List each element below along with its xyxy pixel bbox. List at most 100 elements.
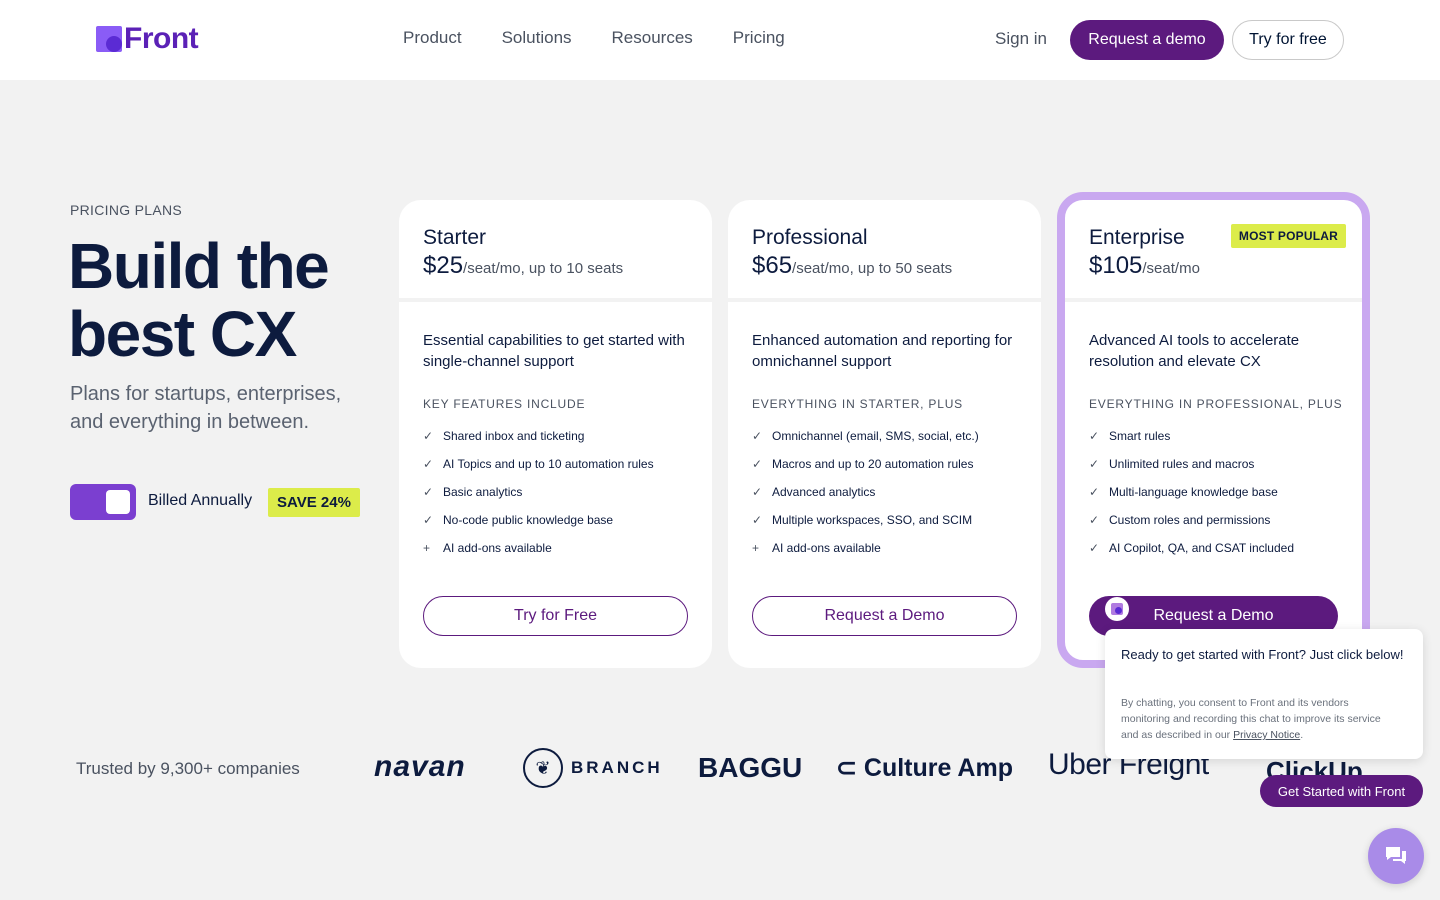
- features-heading: EVERYTHING IN PROFESSIONAL, PLUS: [1089, 397, 1343, 411]
- feature-text: Basic analytics: [443, 485, 523, 499]
- feature-item: ✓ Unlimited rules and macros: [1089, 450, 1294, 478]
- price-amount: $105: [1089, 252, 1143, 279]
- chat-message: Ready to get started with Front? Just cl…: [1121, 647, 1404, 662]
- request-demo-button-professional[interactable]: Request a Demo: [752, 596, 1017, 636]
- check-icon: ✓: [423, 457, 434, 471]
- feature-item: ✓ Multi-language knowledge base: [1089, 478, 1294, 506]
- check-icon: ✓: [1089, 485, 1100, 499]
- plan-header: Starter $25/seat/mo, up to 10 seats: [399, 200, 712, 302]
- price-suffix: /seat/mo, up to 10 seats: [463, 260, 624, 277]
- plan-name: Starter: [423, 226, 487, 249]
- front-logo[interactable]: Front: [96, 22, 199, 55]
- billing-toggle[interactable]: [70, 484, 136, 520]
- plan-name: Professional: [752, 226, 868, 249]
- check-icon: ✓: [423, 429, 434, 443]
- page-title: Build the best CX: [68, 230, 330, 370]
- check-icon: ✓: [752, 485, 763, 499]
- sign-in-link[interactable]: Sign in: [995, 29, 1047, 49]
- logo-text: Front: [124, 22, 199, 55]
- feature-text: AI add-ons available: [772, 541, 881, 555]
- feature-item: ✓ AI Topics and up to 10 automation rules: [423, 450, 654, 478]
- feature-text: Multiple workspaces, SSO, and SCIM: [772, 513, 973, 527]
- check-icon: ✓: [1089, 541, 1100, 555]
- nav-link-resources[interactable]: Resources: [612, 28, 693, 48]
- plan-price: $65/seat/mo, up to 50 seats: [752, 252, 952, 280]
- nav-links: Product Solutions Resources Pricing: [403, 28, 785, 48]
- feature-text: Unlimited rules and macros: [1109, 457, 1255, 471]
- top-nav: Front Product Solutions Resources Pricin…: [0, 0, 1440, 80]
- try-free-button[interactable]: Try for free: [1232, 20, 1344, 60]
- branch-logo-text: BRANCH: [571, 758, 663, 777]
- feature-item: ✓ Smart rules: [1089, 422, 1294, 450]
- eyebrow-label: PRICING PLANS: [70, 202, 183, 218]
- request-demo-button[interactable]: Request a demo: [1070, 20, 1224, 60]
- check-icon: ✓: [423, 485, 434, 499]
- feature-list: ✓ Shared inbox and ticketing ✓ AI Topics a…: [423, 422, 654, 562]
- plan-description: Enhanced automation and reporting for om…: [752, 332, 1013, 370]
- navan-logo: navan: [374, 750, 466, 783]
- check-icon: ✓: [423, 513, 434, 527]
- feature-text: Omnichannel (email, SMS, social, etc.): [772, 429, 979, 443]
- page-subtitle: Plans for startups, enterprises, and eve…: [70, 383, 342, 433]
- plan-card-starter: Starter $25/seat/mo, up to 10 seats Esse…: [399, 200, 712, 668]
- feature-text: Custom roles and permissions: [1109, 513, 1271, 527]
- feature-item: ✓ Shared inbox and ticketing: [423, 422, 654, 450]
- feature-item: + AI add-ons available: [752, 534, 979, 562]
- branch-leaf-icon: ❦: [523, 748, 563, 788]
- plan-header: Enterprise $105/seat/mo MOST POPULAR: [1065, 200, 1362, 302]
- chat-bubbles-icon: [1386, 847, 1406, 864]
- feature-item: + AI add-ons available: [423, 534, 654, 562]
- try-for-free-button[interactable]: Try for Free: [423, 596, 688, 636]
- check-icon: ✓: [752, 513, 763, 527]
- feature-item: ✓ Advanced analytics: [752, 478, 979, 506]
- check-icon: ✓: [1089, 457, 1100, 471]
- feature-text: No-code public knowledge base: [443, 513, 614, 527]
- culture-amp-logo: ⊂ Culture Amp: [836, 753, 1013, 783]
- plan-name: Enterprise: [1089, 226, 1185, 249]
- feature-item: ✓ Custom roles and permissions: [1089, 506, 1294, 534]
- plan-price: $25/seat/mo, up to 10 seats: [423, 252, 623, 280]
- feature-text: AI Topics and up to 10 automation rules: [443, 457, 654, 471]
- plan-card-professional: Professional $65/seat/mo, up to 50 seats…: [728, 200, 1041, 668]
- baggu-logo: BAGGU: [698, 752, 803, 783]
- chat-avatar-icon: [1105, 597, 1129, 621]
- feature-list: ✓ Smart rules ✓ Unlimited rules and macros…: [1089, 422, 1294, 562]
- plan-description: Advanced AI tools to accelerate resoluti…: [1089, 332, 1300, 370]
- feature-list: ✓ Omnichannel (email, SMS, social, etc.) …: [752, 422, 979, 562]
- feature-item: ✓ Multiple workspaces, SSO, and SCIM: [752, 506, 979, 534]
- feature-text: Macros and up to 20 automation rules: [772, 457, 974, 471]
- price-suffix: /seat/mo: [1142, 260, 1200, 277]
- chat-popup[interactable]: Ready to get started with Front? Just cl…: [1105, 629, 1423, 759]
- privacy-notice-link[interactable]: Privacy Notice: [1233, 729, 1300, 741]
- plan-price: $105/seat/mo: [1089, 252, 1200, 280]
- most-popular-badge: MOST POPULAR: [1230, 224, 1346, 248]
- culture-amp-text: Culture Amp: [863, 754, 1013, 782]
- nav-link-product[interactable]: Product: [403, 28, 462, 48]
- check-icon: ✓: [752, 457, 763, 471]
- chat-consent: By chatting, you consent to Front and it…: [1121, 695, 1391, 743]
- trusted-label: Trusted by 9,300+ companies: [76, 759, 300, 778]
- plan-card-enterprise: Enterprise $105/seat/mo MOST POPULAR Adv…: [1057, 192, 1370, 668]
- billing-label: Billed Annually: [148, 492, 253, 509]
- plus-icon: +: [423, 541, 431, 555]
- save-badge: SAVE 24%: [268, 488, 360, 517]
- get-started-button[interactable]: Get Started with Front: [1260, 775, 1423, 807]
- price-amount: $25: [423, 252, 464, 279]
- branch-logo: ❦ BRANCH: [523, 748, 663, 788]
- feature-item: ✓ AI Copilot, QA, and CSAT included: [1089, 534, 1294, 562]
- nav-link-pricing[interactable]: Pricing: [733, 28, 785, 48]
- feature-text: Multi-language knowledge base: [1109, 485, 1278, 499]
- feature-item: ✓ Macros and up to 20 automation rules: [752, 450, 979, 478]
- check-icon: ✓: [1089, 513, 1100, 527]
- features-heading: KEY FEATURES INCLUDE: [423, 397, 586, 411]
- chat-consent-end: .: [1300, 729, 1304, 741]
- chat-launcher-button[interactable]: [1368, 828, 1424, 884]
- features-heading: EVERYTHING IN STARTER, PLUS: [752, 397, 963, 411]
- feature-item: ✓ Omnichannel (email, SMS, social, etc.): [752, 422, 979, 450]
- check-icon: ✓: [1089, 429, 1100, 443]
- toggle-knob: [106, 490, 130, 514]
- feature-text: Advanced analytics: [772, 485, 876, 499]
- feature-text: AI add-ons available: [443, 541, 552, 555]
- price-amount: $65: [752, 252, 793, 279]
- nav-link-solutions[interactable]: Solutions: [502, 28, 572, 48]
